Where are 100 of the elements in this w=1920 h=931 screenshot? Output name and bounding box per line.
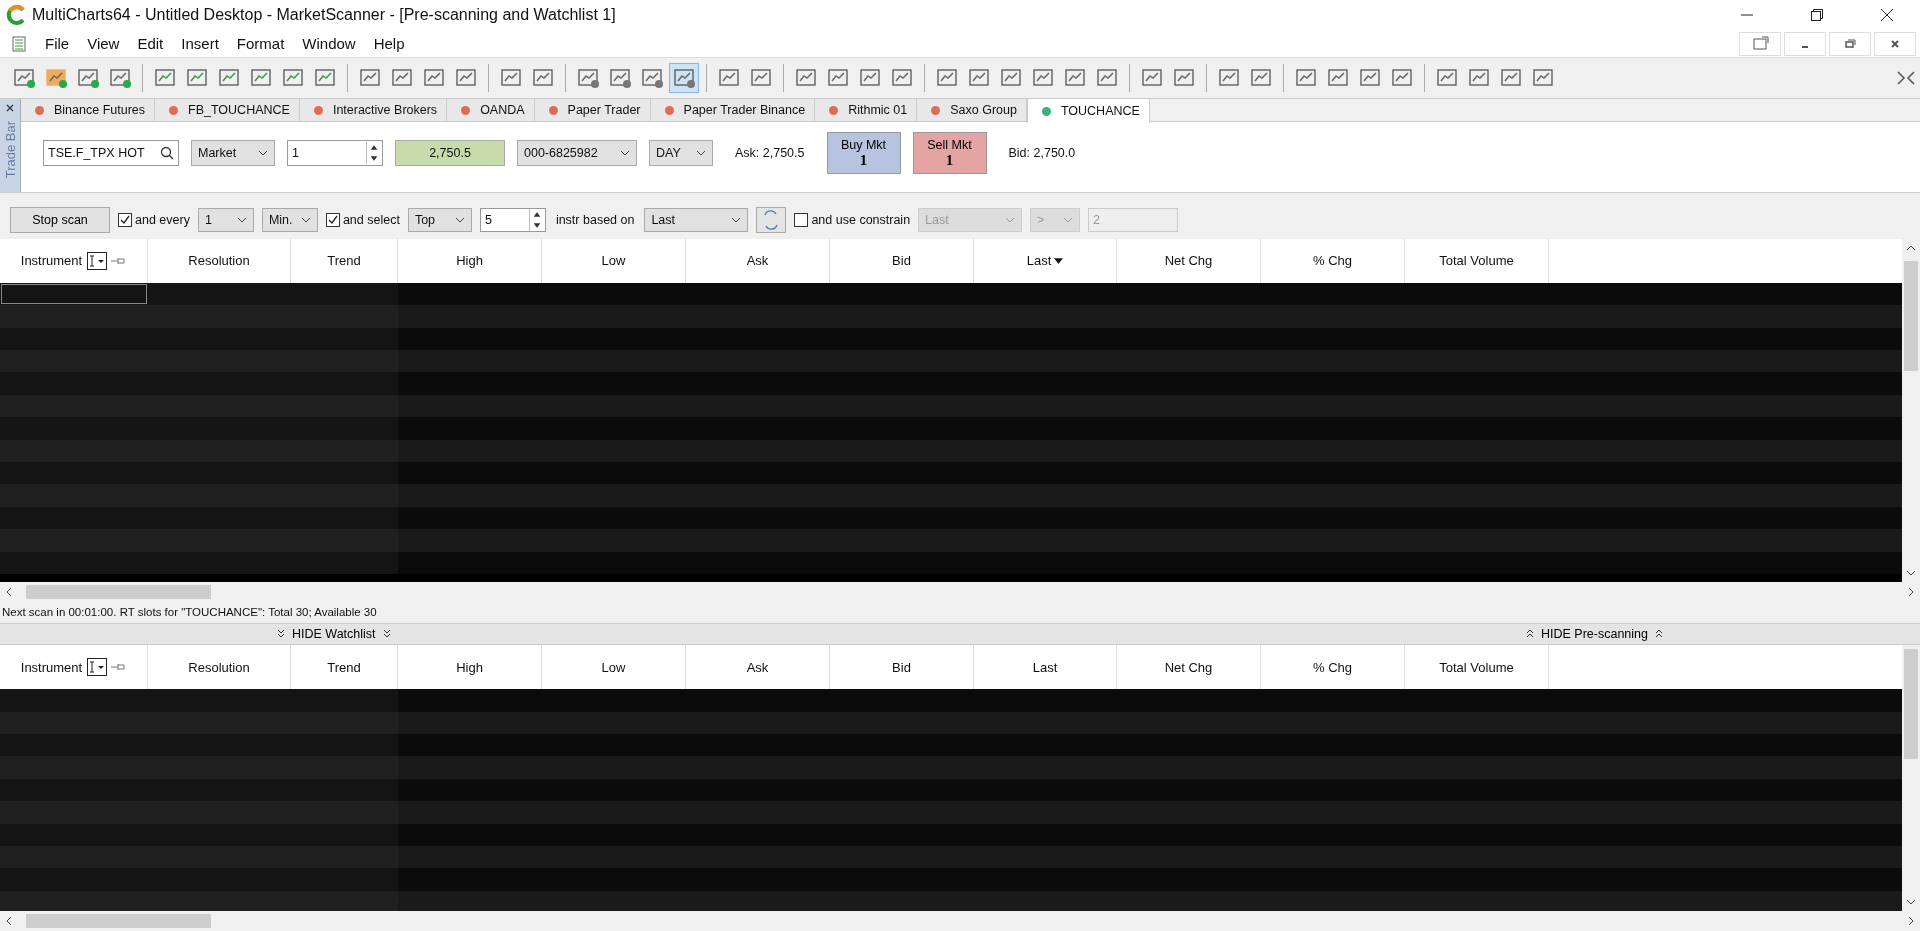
menu-item[interactable]: Format xyxy=(227,35,294,53)
sell-market-button[interactable]: Sell Mkt 1 xyxy=(912,132,987,175)
checkbox-label: and use constrain xyxy=(811,213,911,228)
broker-tab[interactable]: Rithmic 01 xyxy=(815,99,918,122)
column-header[interactable]: Total Volume xyxy=(1405,238,1549,283)
sort-az-icon[interactable] xyxy=(756,207,787,234)
filter-icon[interactable] xyxy=(87,251,108,270)
detach-icon[interactable] xyxy=(1739,31,1781,56)
column-title: Bid xyxy=(892,659,911,675)
time-in-force-dropdown[interactable]: DAY xyxy=(649,140,713,167)
broker-tab[interactable]: Binance Futures xyxy=(21,99,156,122)
scroll-up-icon[interactable] xyxy=(1906,244,1916,251)
column-header[interactable]: Instrument xyxy=(0,238,148,283)
account-dropdown[interactable]: 000-6825982 xyxy=(517,140,637,167)
column-title: Instrument xyxy=(20,659,83,675)
column-header[interactable]: Trend xyxy=(291,238,398,283)
hide-watchlist-button[interactable]: HIDE Watchlist xyxy=(270,627,398,642)
column-title: Net Chg xyxy=(1164,253,1213,269)
broker-name: Rithmic 01 xyxy=(848,103,908,118)
menu-item[interactable]: Help xyxy=(364,35,414,53)
broker-tab[interactable]: TOUCHANCE xyxy=(1026,99,1150,124)
app-logo-icon xyxy=(6,4,26,25)
column-header[interactable]: % Chg xyxy=(1261,238,1405,283)
checkbox-label: and select xyxy=(342,213,400,228)
search-icon[interactable] xyxy=(160,146,174,161)
column-header[interactable]: Ask xyxy=(686,238,830,283)
rank-dropdown[interactable]: Top xyxy=(407,208,472,233)
column-header[interactable]: Bid xyxy=(830,238,974,283)
scroll-left-icon[interactable] xyxy=(6,586,12,597)
column-header[interactable]: Low xyxy=(542,238,686,283)
scroll-down-icon[interactable] xyxy=(1906,569,1916,576)
chevron-up-icon xyxy=(1654,629,1664,640)
scroll-right-icon[interactable] xyxy=(1908,916,1914,927)
stop-scan-button[interactable]: Stop scan xyxy=(10,207,110,234)
column-title: Ask xyxy=(746,253,769,269)
scrollbar-thumb[interactable] xyxy=(1904,260,1918,371)
caret-icon xyxy=(620,150,630,157)
column-title: Trend xyxy=(327,659,361,675)
menu-item[interactable]: Window xyxy=(293,35,365,53)
hide-prescanning-button[interactable]: HIDE Pre-scanning xyxy=(1519,627,1670,642)
count-field[interactable]: 5 xyxy=(479,208,546,233)
caret-icon xyxy=(1005,217,1016,224)
scrollbar-thumb[interactable] xyxy=(26,914,211,929)
pin-icon[interactable] xyxy=(110,662,127,673)
scroll-right-icon[interactable] xyxy=(1908,586,1914,597)
vertical-scrollbar[interactable] xyxy=(1902,645,1920,912)
column-title: Total Volume xyxy=(1439,253,1514,269)
scroll-left-icon[interactable] xyxy=(6,916,12,927)
price-field[interactable]: 2,750.5 xyxy=(395,140,505,167)
quantity-field[interactable]: 1 xyxy=(287,140,383,167)
broker-name: TOUCHANCE xyxy=(1060,104,1140,119)
broker-tab[interactable]: OANDA xyxy=(447,99,535,122)
symbol-field[interactable]: TSE.F_TPX HOT xyxy=(43,140,179,167)
broker-name: Paper Trader xyxy=(567,103,641,118)
close-icon[interactable] xyxy=(5,103,15,114)
order-type-dropdown[interactable]: Market xyxy=(191,140,275,167)
broker-tab[interactable]: Paper Trader Binance xyxy=(650,99,816,122)
broker-name: FB_TOUCHANCE xyxy=(188,103,290,118)
interval-dropdown[interactable]: 1 xyxy=(197,208,254,233)
menu-item[interactable]: Edit xyxy=(128,35,173,53)
column-header[interactable]: High xyxy=(398,238,542,283)
scrollbar-thumb[interactable] xyxy=(1904,649,1918,760)
column-header[interactable]: Resolution xyxy=(148,238,291,283)
buy-market-button[interactable]: Buy Mkt 1 xyxy=(826,132,901,175)
menu-item[interactable]: Insert xyxy=(172,35,228,53)
column-title: Bid xyxy=(892,253,911,269)
column-header[interactable]: Net Chg xyxy=(1117,238,1261,283)
caret-icon xyxy=(258,150,268,157)
column-header[interactable]: Last xyxy=(974,238,1117,283)
based-on-dropdown[interactable]: Last xyxy=(644,208,749,233)
restore-icon[interactable] xyxy=(1810,7,1824,22)
close-icon[interactable] xyxy=(1880,7,1894,22)
broker-tab[interactable]: Interactive Brokers xyxy=(299,99,448,122)
menu-item[interactable]: View xyxy=(78,35,129,53)
column-title: Instrument xyxy=(20,253,83,269)
caret-icon xyxy=(236,217,247,224)
based-on-label: instr based on xyxy=(555,213,635,228)
broker-tab[interactable]: Paper Trader xyxy=(534,99,651,122)
column-title: Last xyxy=(1032,659,1058,675)
checkbox[interactable] xyxy=(794,213,809,228)
column-title: Resolution xyxy=(188,253,250,269)
document-icon[interactable] xyxy=(12,35,26,52)
broker-tab[interactable]: FB_TOUCHANCE xyxy=(155,99,300,122)
checkbox[interactable] xyxy=(325,213,340,228)
caret-icon xyxy=(300,217,311,224)
broker-tab[interactable]: Saxo Group xyxy=(917,99,1027,122)
broker-name: Interactive Brokers xyxy=(332,103,438,118)
filter-icon[interactable] xyxy=(87,658,108,677)
broker-name: Binance Futures xyxy=(54,103,146,118)
checkbox[interactable] xyxy=(118,213,132,228)
scroll-down-icon[interactable] xyxy=(1906,899,1916,906)
pin-icon[interactable] xyxy=(110,255,127,266)
chevron-up-icon xyxy=(1525,629,1535,640)
unit-dropdown[interactable]: Min. xyxy=(261,208,318,233)
checkbox-label: and every xyxy=(135,213,190,228)
chevron-down-icon xyxy=(276,629,286,640)
scrollbar-thumb[interactable] xyxy=(26,584,211,599)
column-title: Resolution xyxy=(188,659,250,675)
menu-item[interactable]: File xyxy=(36,35,79,53)
chevron-down-icon xyxy=(381,629,392,640)
